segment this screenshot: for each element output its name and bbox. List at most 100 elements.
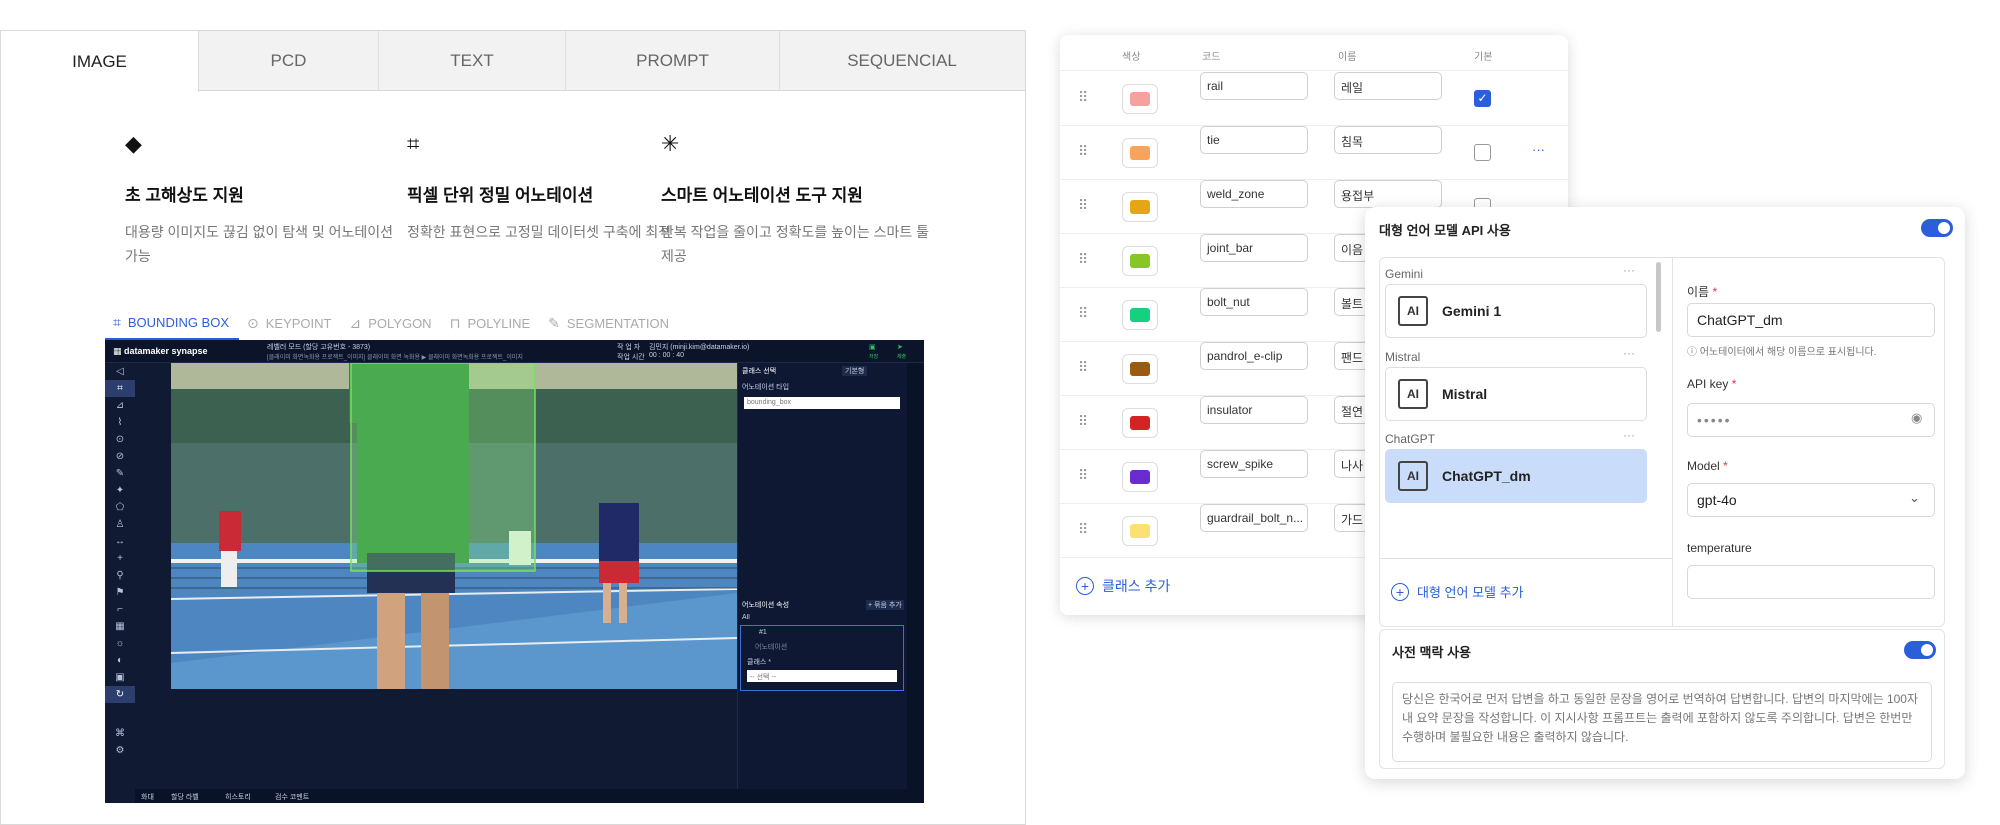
gemini-more-icon[interactable]: ···	[1623, 263, 1635, 277]
tab-keypoint[interactable]: ⊙ KEYPOINT	[239, 306, 341, 340]
review-comment-button[interactable]: 검수 코멘트	[275, 792, 309, 802]
rotate-icon[interactable]: ↻	[105, 686, 135, 703]
feature-desc: 정확한 표현으로 고정밀 데이터셋 구축에 최적	[407, 224, 672, 240]
add-llm-button[interactable]: + 대형 언어 모델 추가	[1391, 582, 1524, 601]
drag-handle-icon[interactable]: ⠿	[1078, 305, 1088, 322]
tab-image[interactable]: IMAGE	[1, 31, 199, 92]
drag-handle-icon[interactable]: ⠿	[1078, 197, 1088, 214]
drag-handle-icon[interactable]: ⠿	[1078, 251, 1088, 268]
drag-handle-icon[interactable]: ⠿	[1078, 89, 1088, 106]
tab-prompt[interactable]: PROMPT	[566, 31, 780, 91]
group-add-button[interactable]: + 묶음 추가	[866, 600, 904, 610]
model-item-mistral[interactable]: AI Mistral	[1385, 367, 1647, 421]
default-checkbox[interactable]	[1474, 144, 1491, 161]
history-button[interactable]: 히스토리	[225, 792, 251, 802]
apikey-input[interactable]: •••••	[1687, 403, 1935, 437]
keypoint-tool-icon[interactable]: ⊙	[105, 431, 135, 448]
color-swatch[interactable]	[1122, 192, 1158, 222]
polygon-tool-icon[interactable]: ⊿	[105, 397, 135, 414]
color-swatch[interactable]	[1122, 354, 1158, 384]
default-checkbox[interactable]: ✓	[1474, 90, 1491, 107]
model-item-gemini[interactable]: AI Gemini 1	[1385, 284, 1647, 338]
model-select[interactable]: gpt-4o	[1687, 483, 1935, 517]
class-name-input[interactable]: 침목	[1334, 126, 1442, 154]
apikey-label: API key *	[1687, 377, 1737, 391]
tab-sequencial[interactable]: SEQUENCIAL	[780, 31, 1024, 91]
llm-toggle[interactable]	[1921, 219, 1953, 237]
drag-handle-icon[interactable]: ⠿	[1078, 521, 1088, 538]
class-code-input[interactable]: weld_zone	[1200, 180, 1308, 208]
tab-polygon[interactable]: ⊿ POLYGON	[342, 306, 442, 340]
color-swatch[interactable]	[1122, 138, 1158, 168]
flag-tool-icon[interactable]: ⚑	[105, 584, 135, 601]
brush-tool-icon[interactable]: ✎	[105, 465, 135, 482]
class-code-input[interactable]: bolt_nut	[1200, 288, 1308, 316]
image-icon[interactable]: ▣	[105, 669, 135, 686]
temperature-input[interactable]	[1687, 565, 1935, 599]
model-item-chatgpt[interactable]: AI ChatGPT_dm	[1385, 449, 1647, 503]
annotation-type-select[interactable]: bounding_box	[744, 397, 900, 409]
magic-tool-icon[interactable]: ✦	[105, 482, 135, 499]
pin-tool-icon[interactable]: ⚲	[105, 567, 135, 584]
settings-icon[interactable]: ⚙	[105, 742, 135, 759]
chatgpt-more-icon[interactable]: ···	[1623, 428, 1635, 442]
context-textarea[interactable]: 당신은 한국어로 먼저 답변을 하고 동일한 문장을 영어로 번역하여 답변합니…	[1392, 682, 1932, 762]
model-list-scrollbar[interactable]	[1656, 262, 1661, 332]
eye-icon[interactable]: ◉	[1911, 410, 1922, 426]
add-class-button[interactable]: + 클래스 추가	[1076, 576, 1170, 596]
class-code-input[interactable]: tie	[1200, 126, 1308, 154]
drag-handle-icon[interactable]: ⠿	[1078, 413, 1088, 430]
drag-handle-icon[interactable]: ⠿	[1078, 143, 1088, 160]
class-name-input[interactable]: 레일	[1334, 72, 1442, 100]
tab-text[interactable]: TEXT	[379, 31, 566, 91]
class-select[interactable]: -- 선택 --	[747, 670, 897, 682]
class-name-input[interactable]: 용접부	[1334, 180, 1442, 208]
drag-handle-icon[interactable]: ⠿	[1078, 359, 1088, 376]
class-code-input[interactable]: joint_bar	[1200, 234, 1308, 262]
color-swatch[interactable]	[1122, 300, 1158, 330]
contrast-icon[interactable]: ◐	[105, 652, 135, 669]
class-code-input[interactable]: guardrail_bolt_n...	[1200, 504, 1308, 532]
brightness-icon[interactable]: ☼	[105, 635, 135, 652]
zoom-button[interactable]: 화대	[141, 792, 154, 802]
name-input[interactable]: ChatGPT_dm	[1687, 303, 1935, 337]
tab-polyline[interactable]: ⊓ POLYLINE	[442, 306, 541, 340]
submit-icon[interactable]: ➤	[897, 343, 903, 351]
crop-tool-icon[interactable]: ⌐	[105, 601, 135, 618]
color-swatch[interactable]	[1122, 246, 1158, 276]
filter-all-select[interactable]: All	[742, 614, 750, 621]
annotation-canvas-image[interactable]	[171, 363, 737, 689]
feature-desc: 반복 작업을 줄이고 정확도를 높이는 스마트 툴 제공	[661, 224, 930, 264]
link-tool-icon[interactable]: ⊘	[105, 448, 135, 465]
class-code-input[interactable]: insulator	[1200, 396, 1308, 424]
tab-segmentation[interactable]: ✎ SEGMENTATION	[540, 306, 679, 340]
annotation-item[interactable]: #1 어노테이션 클래스 * -- 선택 --	[740, 625, 904, 691]
context-title: 사전 맥락 사용	[1392, 645, 1471, 660]
color-swatch[interactable]	[1122, 84, 1158, 114]
polyline-tool-icon[interactable]: ⌇	[105, 414, 135, 431]
class-code-input[interactable]: rail	[1200, 72, 1308, 100]
tab-pcd[interactable]: PCD	[199, 31, 379, 91]
person-tool-icon[interactable]: ♙	[105, 516, 135, 533]
pointer-icon[interactable]: ◁	[105, 363, 135, 380]
bounding-box-tool-icon[interactable]: ⌗	[105, 380, 135, 397]
shape-tool-icon[interactable]: ⬠	[105, 499, 135, 516]
plus-tool-icon[interactable]: +	[105, 550, 135, 567]
color-swatch[interactable]	[1122, 408, 1158, 438]
class-code-input[interactable]: pandrol_e-clip	[1200, 342, 1308, 370]
feature-desc: 대용량 이미지도 끊김 없이 탐색 및 어노테이션 가능	[125, 224, 394, 264]
basic-mode-button[interactable]: 기본형	[842, 366, 868, 376]
class-code-input[interactable]: screw_spike	[1200, 450, 1308, 478]
row-more-icon[interactable]: ···	[1532, 142, 1545, 157]
drag-handle-icon[interactable]: ⠿	[1078, 467, 1088, 484]
context-toggle[interactable]	[1904, 641, 1936, 659]
save-icon[interactable]: ▣	[869, 343, 876, 351]
shortcut-icon[interactable]: ⌘	[105, 725, 135, 742]
assigned-label-button[interactable]: 할당 라벨	[171, 792, 199, 802]
mistral-more-icon[interactable]: ···	[1623, 346, 1635, 360]
grid-tool-icon[interactable]: ▦	[105, 618, 135, 635]
measure-tool-icon[interactable]: ↔	[105, 533, 135, 550]
color-swatch[interactable]	[1122, 516, 1158, 546]
color-swatch[interactable]	[1122, 462, 1158, 492]
tab-bounding-box[interactable]: ⌗ BOUNDING BOX	[105, 306, 240, 340]
